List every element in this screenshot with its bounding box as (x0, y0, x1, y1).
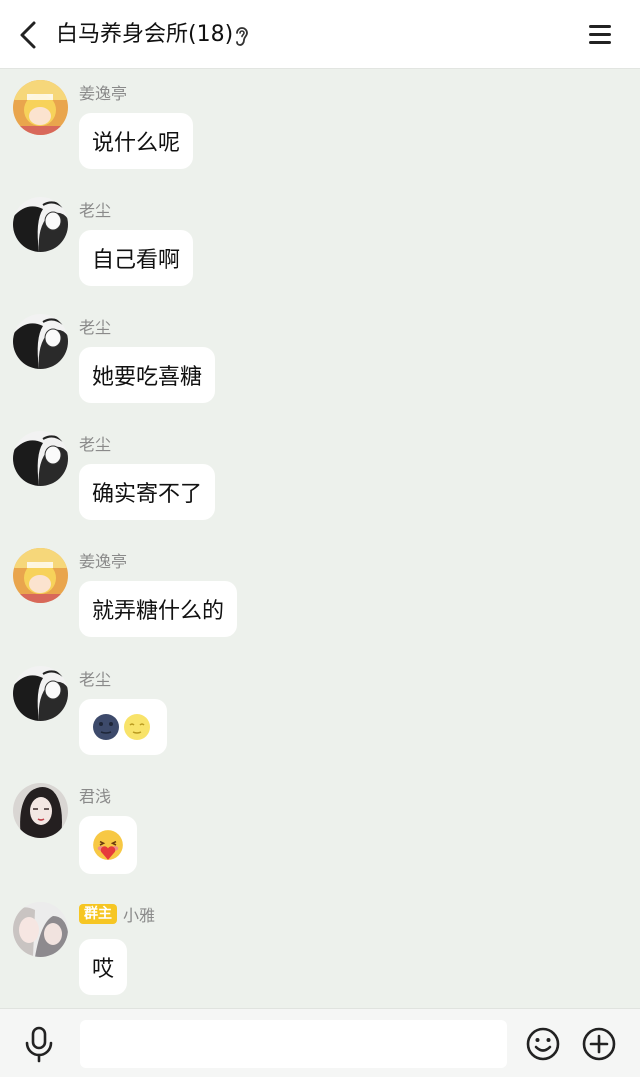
full-moon-face-emoji (124, 714, 150, 740)
avatar[interactable] (13, 80, 68, 135)
sender-name: 老尘 (79, 201, 112, 220)
more-button[interactable] (581, 1026, 617, 1062)
avatar[interactable] (13, 197, 68, 252)
input-bar (0, 1008, 640, 1077)
message-bubble[interactable]: 哎 (79, 939, 128, 995)
message-bubble[interactable]: 就弄糖什么的 (79, 581, 238, 637)
ear-icon[interactable] (232, 24, 252, 48)
back-button[interactable] (12, 18, 44, 52)
sender-name: 姜逸亭 (79, 84, 128, 103)
menu-button[interactable] (586, 20, 616, 50)
avatar[interactable] (13, 902, 68, 957)
sender-name: 姜逸亭 (79, 552, 128, 571)
chat-header: 白马养身会所(18) (0, 0, 640, 69)
chevron-left-icon (20, 21, 36, 49)
message-input[interactable] (80, 1020, 507, 1068)
menu-icon-bar (589, 41, 611, 44)
avatar[interactable] (13, 548, 68, 603)
voice-button[interactable] (22, 1025, 56, 1063)
owner-badge: 群主 (79, 904, 117, 924)
message-bubble[interactable]: 自己看啊 (79, 230, 194, 286)
sender-name: 老尘 (79, 318, 112, 337)
smiley-icon (526, 1027, 560, 1061)
new-moon-face-emoji (93, 714, 119, 740)
menu-icon-bar (589, 25, 611, 28)
message-bubble[interactable]: 说什么呢 (79, 113, 194, 169)
face-holding-back-heart-emoji (93, 830, 123, 860)
sender-name: 老尘 (79, 435, 112, 454)
sender-name: 老尘 (79, 670, 112, 689)
sender-name: 小雅 (123, 906, 156, 925)
sender-name: 君浅 (79, 787, 112, 806)
message-bubble[interactable]: 她要吃喜糖 (79, 347, 216, 403)
avatar[interactable] (13, 314, 68, 369)
microphone-icon (25, 1026, 53, 1063)
emoji-button[interactable] (525, 1026, 561, 1062)
avatar[interactable] (13, 666, 68, 721)
chat-title: 白马养身会所(18) (56, 22, 234, 47)
message-bubble[interactable] (79, 699, 167, 755)
message-bubble[interactable] (79, 816, 137, 874)
menu-icon-bar (589, 33, 611, 36)
avatar[interactable] (13, 431, 68, 486)
plus-circle-icon (582, 1027, 616, 1061)
avatar[interactable] (13, 783, 68, 838)
message-bubble[interactable]: 确实寄不了 (79, 464, 216, 520)
